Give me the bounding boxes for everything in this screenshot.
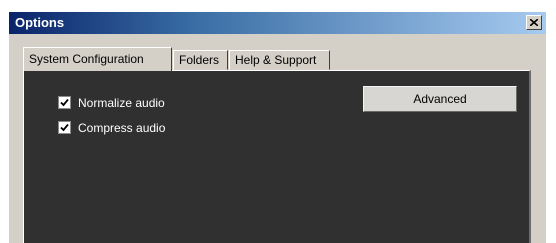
- tab-help-support[interactable]: Help & Support: [229, 50, 330, 70]
- checkmark-icon: [60, 98, 69, 107]
- normalize-audio-label: Normalize audio: [78, 96, 165, 110]
- checkmark-icon: [60, 123, 69, 132]
- advanced-button[interactable]: Advanced: [363, 86, 517, 112]
- window-title: Options: [15, 15, 65, 30]
- settings-panel: Normalize audio Compress audio Advanced: [23, 70, 531, 243]
- options-dialog: Options System Configuration Folders Hel…: [9, 12, 546, 243]
- title-bar[interactable]: Options: [9, 12, 546, 34]
- tab-folders[interactable]: Folders: [173, 50, 228, 70]
- compress-audio-label: Compress audio: [78, 121, 166, 135]
- close-icon: [530, 19, 538, 26]
- tab-system-configuration[interactable]: System Configuration: [23, 47, 172, 71]
- compress-audio-checkbox[interactable]: [58, 121, 71, 134]
- close-button[interactable]: [526, 15, 542, 30]
- normalize-audio-checkbox[interactable]: [58, 96, 71, 109]
